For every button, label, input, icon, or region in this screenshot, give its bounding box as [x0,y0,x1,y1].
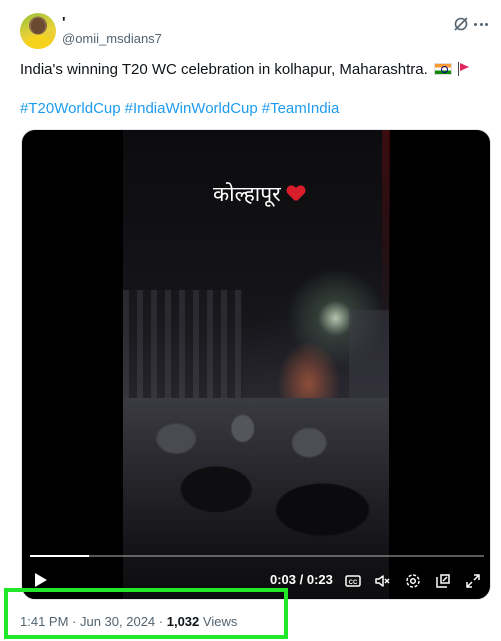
author-display-name[interactable]: ' [62,14,66,31]
hashtag-indiawinworldcup[interactable]: #IndiaWinWorldCup [125,100,258,117]
play-icon[interactable] [35,573,47,587]
tweet-text: India's winning T20 WC celebration in ko… [20,60,480,80]
current-time: 0:03 [270,572,297,587]
more-dot [474,22,477,26]
more-dot [485,22,488,26]
grok-icon[interactable] [452,15,470,33]
settings-icon[interactable] [404,572,422,590]
heart-icon [287,186,305,202]
author-handle[interactable]: @omii_msdians7 [62,31,162,46]
video-progress-bar[interactable] [30,555,484,557]
more-icon[interactable] [472,15,490,33]
video-crowd [123,398,389,599]
video-time: 0:03 / 0:23 [270,572,333,587]
highlight-box [4,588,288,639]
more-dot [479,22,483,26]
tweet-header: ' @omii_msdians7 [20,12,490,52]
hashtag-list: #T20WorldCup #IndiaWinWorldCup #TeamIndia [20,99,343,119]
tweet-body: India's winning T20 WC celebration in ko… [20,61,428,78]
avatar-shirt [24,35,52,49]
triangular-flag-icon [456,62,470,76]
pop-out-icon[interactable] [434,572,452,590]
duration: 0:23 [306,572,333,587]
video-player[interactable]: कोल्हापूर 0:03 / 0:23 CC [21,129,491,600]
video-caption-text: कोल्हापूर [213,182,281,206]
video-caption: कोल्हापूर [213,180,305,208]
captions-icon[interactable]: CC [344,572,362,590]
hashtag-teamindia[interactable]: #TeamIndia [262,100,340,117]
hashtag-t20worldcup[interactable]: #T20WorldCup [20,100,121,117]
fullscreen-icon[interactable] [464,572,482,590]
video-edge-glow [382,130,390,330]
time-separator: / [296,572,307,587]
avatar-head [31,18,45,34]
svg-text:CC: CC [349,580,358,586]
india-flag-icon [433,63,452,75]
avatar[interactable] [20,13,56,49]
mute-icon[interactable] [374,572,392,590]
video-progress-fill [30,555,90,557]
